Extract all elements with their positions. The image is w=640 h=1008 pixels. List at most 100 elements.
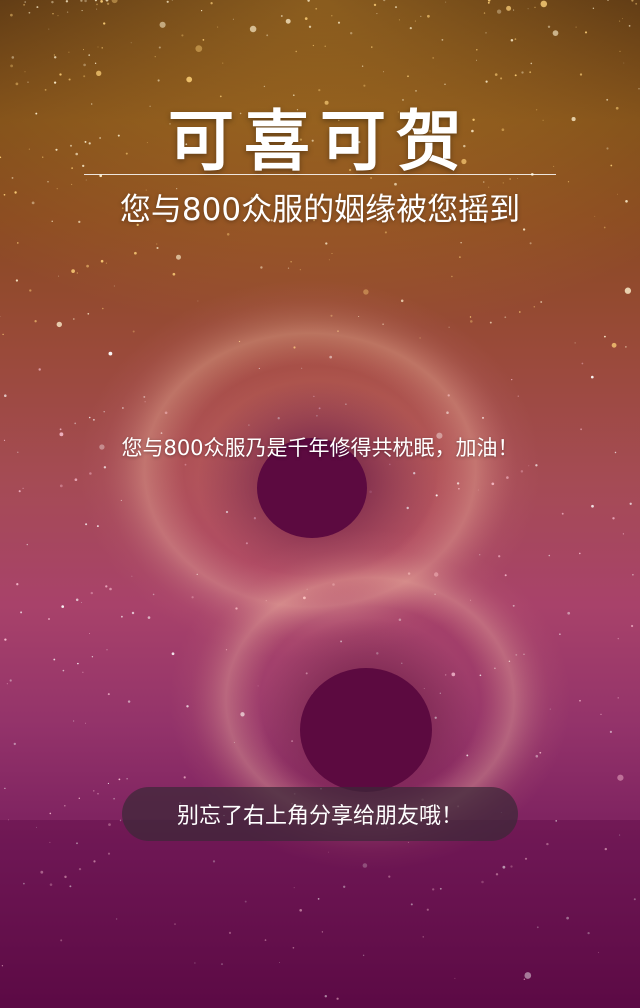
star <box>635 2 638 5</box>
star <box>108 351 113 356</box>
star <box>106 2 110 5</box>
star <box>53 658 56 661</box>
star <box>210 2 213 5</box>
star <box>15 279 19 282</box>
star <box>34 320 37 323</box>
star <box>363 84 366 87</box>
star <box>11 56 15 59</box>
star <box>371 46 373 48</box>
star <box>52 13 54 15</box>
star <box>514 74 517 77</box>
lower-black-hole <box>300 668 432 792</box>
star <box>260 266 263 269</box>
star <box>331 15 333 17</box>
star <box>506 5 512 11</box>
bottom-shade <box>0 820 640 1008</box>
star <box>470 320 473 323</box>
star <box>113 797 115 800</box>
star <box>414 20 416 22</box>
star <box>24 1 27 3</box>
star <box>86 264 89 268</box>
star <box>105 262 107 264</box>
star <box>328 259 330 261</box>
star <box>600 713 602 716</box>
star <box>578 552 581 555</box>
star <box>94 62 97 64</box>
star <box>10 64 14 68</box>
star <box>510 38 514 42</box>
star <box>460 242 462 244</box>
star <box>38 368 41 371</box>
star <box>561 512 564 515</box>
star <box>68 51 70 53</box>
star <box>61 605 65 608</box>
star <box>59 484 63 488</box>
star <box>548 554 551 557</box>
star <box>280 15 283 17</box>
star <box>487 1 490 4</box>
star <box>622 533 625 535</box>
star <box>222 62 224 64</box>
star <box>624 287 632 294</box>
star <box>476 49 478 51</box>
star <box>350 32 353 35</box>
star <box>451 275 453 278</box>
star <box>496 9 502 14</box>
star <box>17 242 19 244</box>
star <box>420 15 422 18</box>
page-root: 可喜可贺 您与800众服的姻缘被您摇到 您与800众服乃是千年修得共枕眠，加油！… <box>0 0 640 1008</box>
star <box>295 50 297 53</box>
star <box>427 14 430 18</box>
star <box>57 15 59 17</box>
star <box>4 394 7 397</box>
star <box>130 42 132 44</box>
star <box>131 611 135 615</box>
result-message: 您与800众服乃是千年修得共枕眠，加油！ <box>121 436 519 460</box>
star <box>36 6 39 9</box>
star <box>263 85 266 88</box>
star <box>2 333 4 336</box>
star <box>82 49 85 51</box>
star <box>72 318 75 320</box>
star <box>628 25 631 27</box>
share-hint-text: 别忘了右上角分享给朋友哦！ <box>176 804 463 829</box>
star <box>540 301 543 303</box>
star <box>197 300 199 302</box>
star <box>4 638 7 641</box>
star <box>23 3 26 6</box>
star <box>107 782 109 784</box>
star <box>494 73 498 76</box>
star <box>609 730 613 734</box>
star <box>65 0 69 3</box>
star <box>82 671 84 673</box>
star <box>51 0 54 4</box>
star <box>90 591 94 595</box>
star <box>202 39 205 41</box>
star <box>619 20 621 22</box>
star <box>217 26 219 28</box>
star <box>66 11 69 13</box>
star <box>118 778 121 781</box>
star <box>574 342 576 344</box>
star <box>64 805 66 807</box>
star <box>87 312 90 315</box>
star <box>59 428 62 431</box>
star <box>49 812 52 815</box>
star <box>611 342 617 348</box>
star <box>183 776 186 779</box>
star <box>53 54 56 56</box>
star <box>121 615 123 618</box>
star <box>73 720 75 722</box>
star <box>581 362 584 365</box>
star <box>376 13 378 15</box>
star <box>514 38 517 40</box>
star <box>81 10 83 12</box>
star <box>83 63 86 67</box>
star <box>325 242 328 245</box>
star <box>552 30 559 36</box>
star <box>444 83 446 86</box>
star <box>521 71 524 74</box>
star <box>604 335 606 338</box>
star <box>76 272 78 274</box>
star <box>88 54 91 56</box>
